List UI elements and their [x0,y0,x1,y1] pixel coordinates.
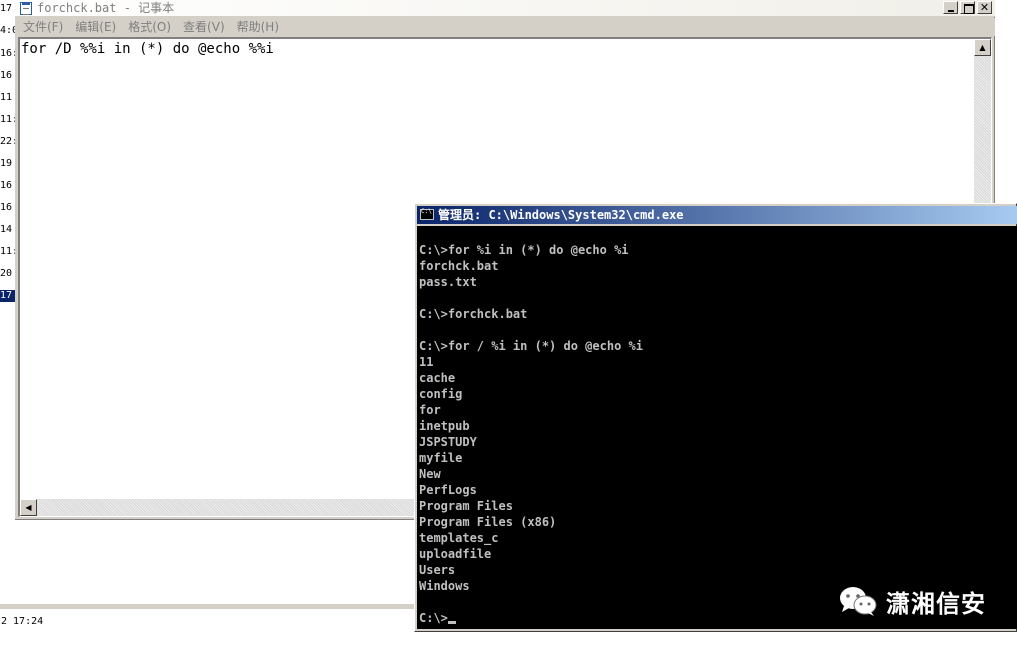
background-file-list: 17 4:0 16: 16 11 11: 22: 19 16 16 14 11: 20 17 [0,0,15,645]
cmd-line: for [419,403,441,417]
close-button[interactable]: ✕ [977,1,992,14]
file-list-item[interactable]: 17 [0,290,15,302]
file-list-item[interactable]: 17 [0,3,15,15]
notepad-menu-bar: 文件(F) 编辑(E) 格式(O) 查看(V) 帮助(H) [15,18,995,36]
maximize-button[interactable] [960,1,975,14]
cmd-line: JSPSTUDY [419,435,477,449]
cmd-line: forchck.bat [419,259,499,273]
cmd-line: C:\>forchck.bat [419,307,528,321]
file-list-item[interactable]: 11: [0,246,15,258]
menu-edit[interactable]: 编辑(E) [69,18,122,36]
notepad-app-icon[interactable] [20,2,32,15]
file-list-item[interactable]: 4:0 [0,25,15,37]
cmd-line: pass.txt [419,275,477,289]
file-list-item[interactable]: 16 [0,180,15,192]
file-list-item[interactable]: 14 [0,224,15,236]
cmd-line: Windows [419,579,470,593]
wechat-icon [840,587,877,616]
cmd-line: C:\>for %i in (*) do @echo %i [419,243,629,257]
cmd-line: 11 [419,355,434,369]
cmd-line: uploadfile [419,547,492,561]
file-list-item[interactable]: 20 [0,268,15,280]
file-list-item[interactable]: 16 [0,70,15,82]
cmd-title: 管理员: C:\Windows\System32\cmd.exe [438,208,684,222]
file-list-item[interactable]: 11 [0,92,15,104]
scroll-up-icon[interactable]: ▲ [974,39,991,56]
cmd-line: C:\>for / %i in (*) do @echo %i [419,339,643,353]
scroll-left-icon[interactable]: ◀ [20,499,37,516]
cmd-app-icon[interactable] [420,208,434,220]
menu-file[interactable]: 文件(F) [17,18,69,36]
cmd-line [419,322,643,338]
file-list-item[interactable]: 16 [0,202,15,214]
notepad-content[interactable]: for /D %%i in (*) do @echo %%i [21,41,274,58]
cmd-line: New [419,467,441,481]
file-list-item[interactable]: 11: [0,114,15,126]
cmd-line [419,226,643,242]
cmd-line: cache [419,371,456,385]
watermark: 潇湘信安 [838,583,1008,619]
cmd-line [419,594,643,610]
cmd-line: Program Files [419,499,513,513]
cursor-icon [447,621,456,624]
minimize-button[interactable] [943,1,958,14]
cmd-line: Users [419,563,456,577]
cmd-line: inetpub [419,419,470,433]
watermark-text: 潇湘信安 [886,589,986,618]
cmd-prompt[interactable]: C:\> [419,610,643,626]
cmd-output: C:\>for %i in (*) do @echo %i forchck.bat… [419,226,643,626]
cmd-line: PerfLogs [419,483,477,497]
cmd-window: 管理员: C:\Windows\System32\cmd.exe C:\>for… [414,203,1017,632]
notepad-title-bar[interactable]: forchck.bat - 记事本 ✕ [15,0,995,17]
cmd-prompt-text: C:\> [419,611,448,625]
cmd-line [419,290,643,306]
file-list-item[interactable]: 22: [0,136,15,148]
file-list-item[interactable]: 16: [0,48,15,60]
file-list-item[interactable]: 19 [0,158,15,170]
cmd-line: templates_c [419,531,499,545]
cmd-line: Program Files (x86) [419,515,557,529]
cmd-line: config [419,387,463,401]
menu-help[interactable]: 帮助(H) [231,18,285,36]
notepad-window-controls: ✕ [941,1,992,14]
menu-format[interactable]: 格式(O) [122,18,177,36]
cmd-title-bar[interactable]: 管理员: C:\Windows\System32\cmd.exe [417,206,1017,224]
cmd-line: myfile [419,451,463,465]
background-divider [0,604,415,609]
notepad-title: forchck.bat - 记事本 [37,1,175,15]
menu-view[interactable]: 查看(V) [177,18,231,36]
cmd-console[interactable]: C:\>for %i in (*) do @echo %i forchck.bat… [417,226,1017,629]
background-status-text: 2 17:24 [1,616,44,627]
